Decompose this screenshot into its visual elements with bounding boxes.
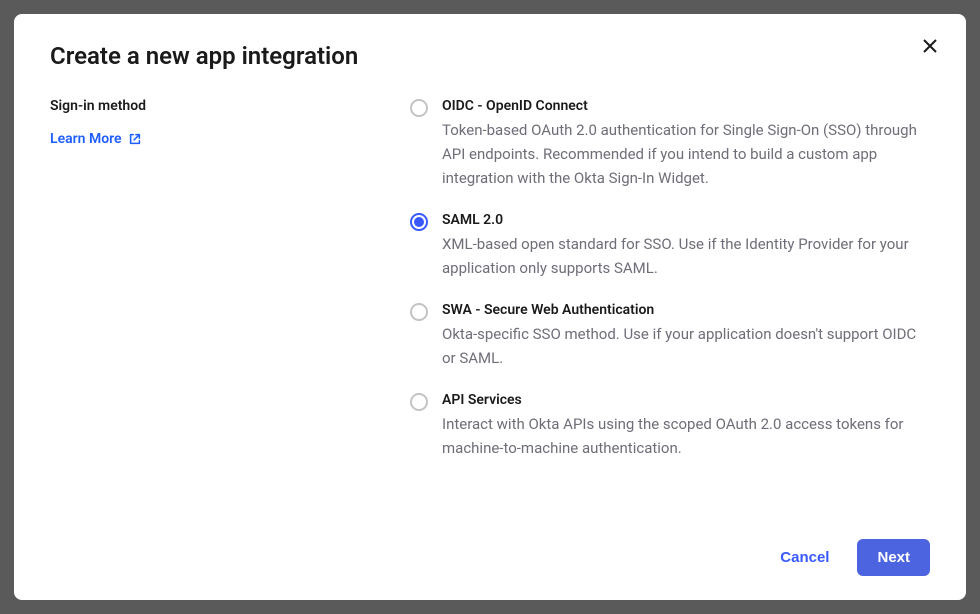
- radio-title: SAML 2.0: [442, 212, 930, 228]
- section-label: Sign-in method: [50, 98, 390, 114]
- radio-description: Okta-specific SSO method. Use if your ap…: [442, 322, 930, 370]
- radio-icon: [410, 99, 428, 117]
- radio-description: Token-based OAuth 2.0 authentication for…: [442, 118, 930, 190]
- radio-option-swa[interactable]: SWA - Secure Web Authentication Okta-spe…: [410, 302, 930, 370]
- next-button[interactable]: Next: [857, 539, 930, 576]
- radio-description: Interact with Okta APIs using the scoped…: [442, 412, 930, 460]
- radio-text: SWA - Secure Web Authentication Okta-spe…: [442, 302, 930, 370]
- cancel-button[interactable]: Cancel: [772, 539, 837, 576]
- radio-icon: [410, 213, 428, 231]
- radio-description: XML-based open standard for SSO. Use if …: [442, 232, 930, 280]
- modal-title: Create a new app integration: [50, 42, 930, 70]
- left-column: Sign-in method Learn More: [50, 98, 390, 519]
- learn-more-text: Learn More: [50, 131, 122, 147]
- radio-text: OIDC - OpenID Connect Token-based OAuth …: [442, 98, 930, 190]
- modal-content: Sign-in method Learn More OIDC - OpenID …: [50, 98, 930, 519]
- close-icon: [922, 38, 938, 54]
- right-column: OIDC - OpenID Connect Token-based OAuth …: [410, 98, 930, 519]
- radio-title: OIDC - OpenID Connect: [442, 98, 930, 114]
- external-link-icon: [128, 132, 142, 146]
- radio-text: API Services Interact with Okta APIs usi…: [442, 392, 930, 460]
- radio-option-saml[interactable]: SAML 2.0 XML-based open standard for SSO…: [410, 212, 930, 280]
- radio-title: SWA - Secure Web Authentication: [442, 302, 930, 318]
- radio-text: SAML 2.0 XML-based open standard for SSO…: [442, 212, 930, 280]
- close-button[interactable]: [918, 34, 942, 58]
- modal-footer: Cancel Next: [50, 519, 930, 576]
- radio-icon: [410, 393, 428, 411]
- create-app-integration-modal: Create a new app integration Sign-in met…: [14, 14, 966, 600]
- radio-option-oidc[interactable]: OIDC - OpenID Connect Token-based OAuth …: [410, 98, 930, 190]
- radio-option-api-services[interactable]: API Services Interact with Okta APIs usi…: [410, 392, 930, 460]
- learn-more-link[interactable]: Learn More: [50, 131, 142, 147]
- radio-title: API Services: [442, 392, 930, 408]
- radio-icon: [410, 303, 428, 321]
